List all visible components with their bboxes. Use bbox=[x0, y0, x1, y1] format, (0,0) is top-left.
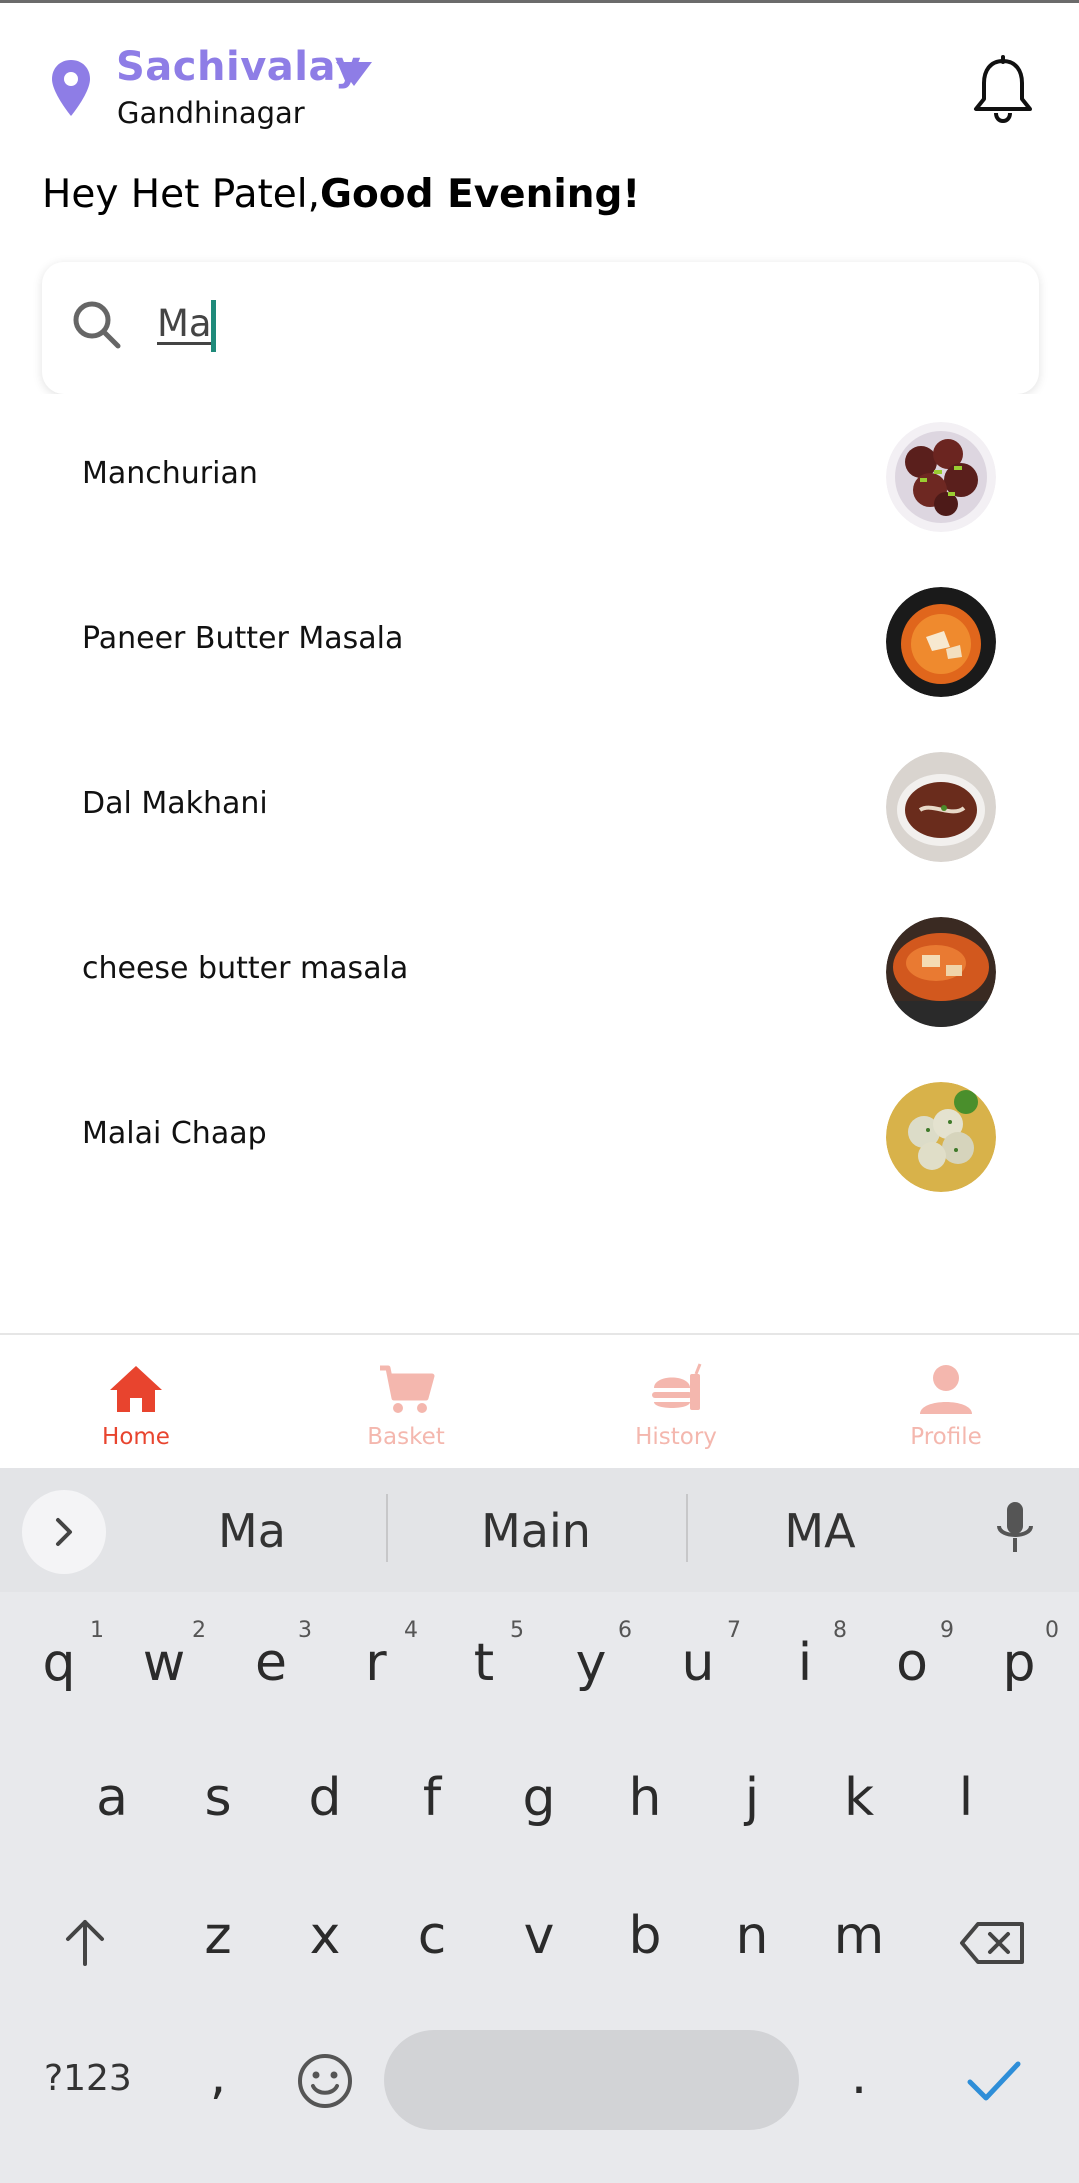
dal-thumb bbox=[886, 752, 996, 862]
suggestion-label: Manchurian bbox=[82, 456, 258, 491]
search-suggestions-list: Manchurian Paneer Butter Masala Dal Makh… bbox=[42, 394, 1039, 1254]
key-x[interactable]: x bbox=[280, 1906, 370, 1966]
nav-profile[interactable]: Profile bbox=[846, 1360, 1046, 1470]
suggestion-label: Dal Makhani bbox=[82, 786, 268, 821]
key-g[interactable]: g bbox=[494, 1768, 584, 1828]
key-comma[interactable]: , bbox=[173, 2046, 263, 2106]
suggestion-item[interactable]: Paneer Butter Masala bbox=[42, 559, 1039, 724]
key-f[interactable]: f bbox=[387, 1768, 477, 1828]
keyboard-expand-button[interactable] bbox=[22, 1490, 106, 1574]
spacebar[interactable] bbox=[384, 2030, 799, 2130]
nav-label-profile: Profile bbox=[910, 1424, 982, 1450]
key-hint: 1 bbox=[90, 1618, 104, 1643]
key-hint: 5 bbox=[510, 1618, 524, 1643]
cheese-masala-thumb bbox=[886, 917, 996, 1027]
key-s[interactable]: s bbox=[173, 1768, 263, 1828]
keyboard-suggestion[interactable]: Ma bbox=[122, 1504, 382, 1558]
suggestion-separator bbox=[686, 1494, 688, 1562]
greeting-text: Hey Het Patel,Good Evening! bbox=[42, 172, 640, 217]
notification-bell-icon[interactable] bbox=[970, 55, 1036, 125]
backspace-icon[interactable] bbox=[958, 1920, 1026, 1966]
key-a[interactable]: a bbox=[67, 1768, 157, 1828]
nav-label-history: History bbox=[635, 1424, 717, 1450]
key-m[interactable]: m bbox=[814, 1906, 904, 1966]
suggestion-item[interactable]: Manchurian bbox=[42, 394, 1039, 559]
top-border bbox=[0, 0, 1079, 3]
suggestion-item[interactable]: cheese butter masala bbox=[42, 889, 1039, 1054]
key-hint: 8 bbox=[833, 1618, 847, 1643]
key-hint: 0 bbox=[1045, 1618, 1059, 1643]
key-hint: 6 bbox=[618, 1618, 632, 1643]
chaap-thumb bbox=[886, 1082, 996, 1192]
key-hint: 2 bbox=[192, 1618, 206, 1643]
suggestion-label: cheese butter masala bbox=[82, 951, 409, 986]
suggestion-label: Paneer Butter Masala bbox=[82, 621, 404, 656]
key-hint: 7 bbox=[727, 1618, 741, 1643]
key-v[interactable]: v bbox=[494, 1906, 584, 1966]
key-hint: 4 bbox=[404, 1618, 418, 1643]
soft-keyboard: Ma Main MA q 1 w 2 e 3 r 4 t 5 y 6 u 7 i… bbox=[0, 1468, 1079, 2183]
keyboard-suggestion[interactable]: Main bbox=[406, 1504, 666, 1558]
key-h[interactable]: h bbox=[600, 1768, 690, 1828]
nav-history[interactable]: History bbox=[576, 1360, 776, 1470]
key-j[interactable]: j bbox=[707, 1768, 797, 1828]
keyboard-suggestion[interactable]: MA bbox=[690, 1504, 950, 1558]
location-subtitle: Gandhinagar bbox=[117, 96, 305, 130]
suggestion-label: Malai Chaap bbox=[82, 1116, 267, 1151]
key-d[interactable]: d bbox=[280, 1768, 370, 1828]
greeting-bold: Good Evening! bbox=[320, 172, 641, 217]
key-c[interactable]: c bbox=[387, 1906, 477, 1966]
suggestion-item[interactable]: Malai Chaap bbox=[42, 1054, 1039, 1219]
text-cursor bbox=[211, 300, 216, 352]
symbols-key[interactable]: ?123 bbox=[44, 2058, 132, 2099]
shift-icon[interactable] bbox=[60, 1916, 110, 1968]
greeting-prefix: Hey Het Patel, bbox=[42, 172, 320, 217]
key-l[interactable]: l bbox=[921, 1768, 1011, 1828]
checkmark-icon[interactable] bbox=[966, 2058, 1022, 2104]
nav-divider bbox=[0, 1333, 1079, 1335]
location-name[interactable]: Sachivalay bbox=[116, 44, 361, 90]
nav-label-basket: Basket bbox=[367, 1424, 445, 1450]
nav-basket[interactable]: Basket bbox=[306, 1360, 506, 1470]
key-period[interactable]: . bbox=[814, 2046, 904, 2106]
cart-icon bbox=[380, 1365, 435, 1413]
suggestion-item[interactable]: Dal Makhani bbox=[42, 724, 1039, 889]
search-input[interactable]: Ma bbox=[157, 302, 212, 345]
microphone-icon[interactable] bbox=[990, 1498, 1040, 1558]
home-icon bbox=[110, 1366, 162, 1412]
location-pin-icon[interactable] bbox=[50, 58, 92, 120]
key-b[interactable]: b bbox=[600, 1906, 690, 1966]
chevron-right-icon bbox=[56, 1518, 72, 1546]
key-n[interactable]: n bbox=[707, 1906, 797, 1966]
key-hint: 9 bbox=[940, 1618, 954, 1643]
key-z[interactable]: z bbox=[173, 1906, 263, 1966]
manchurian-thumb bbox=[886, 422, 996, 532]
keyboard-suggestion-bar: Ma Main MA bbox=[0, 1468, 1079, 1592]
key-hint: 3 bbox=[298, 1618, 312, 1643]
key-k[interactable]: k bbox=[814, 1768, 904, 1828]
suggestion-separator bbox=[386, 1494, 388, 1562]
nav-label-home: Home bbox=[102, 1424, 170, 1450]
nav-home[interactable]: Home bbox=[36, 1360, 236, 1470]
location-dropdown-icon[interactable] bbox=[334, 60, 374, 88]
search-icon bbox=[73, 301, 121, 349]
burger-icon bbox=[652, 1363, 702, 1410]
person-icon bbox=[920, 1365, 972, 1414]
paneer-thumb bbox=[886, 587, 996, 697]
emoji-icon[interactable] bbox=[296, 2052, 354, 2110]
